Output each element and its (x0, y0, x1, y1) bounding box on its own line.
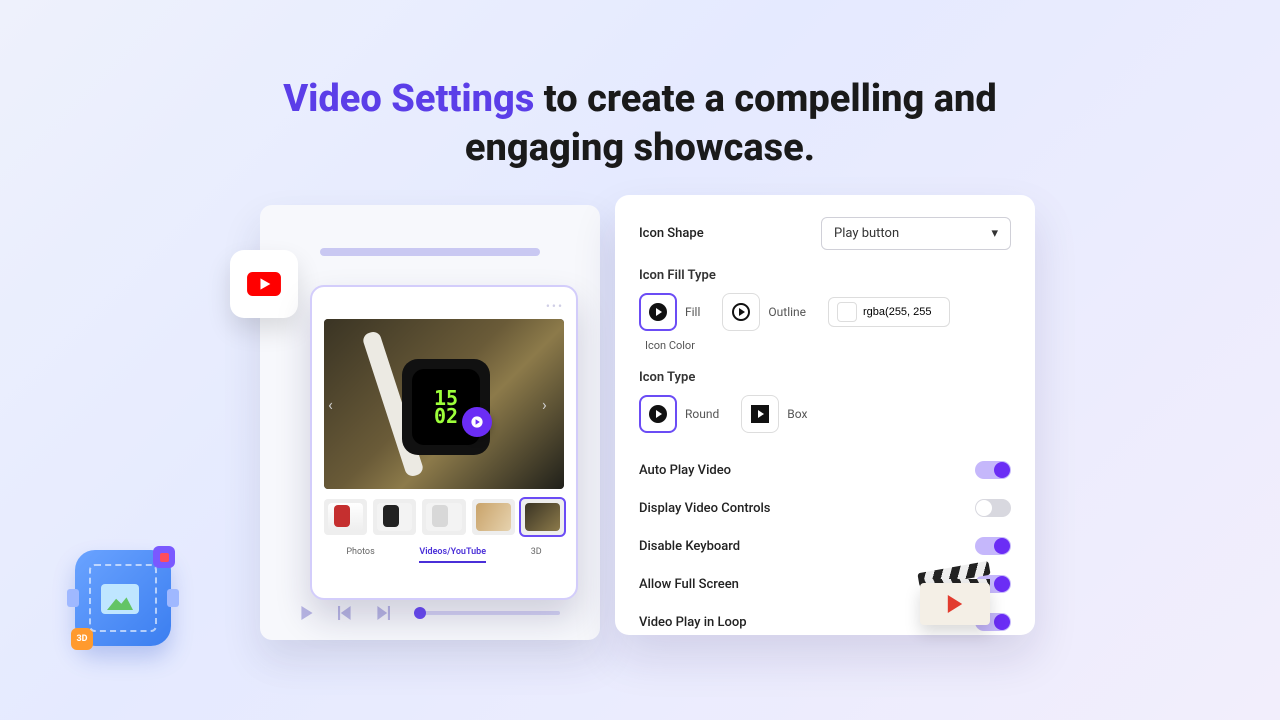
seek-bar[interactable] (414, 611, 560, 615)
thumbnail[interactable] (472, 499, 515, 535)
toggle-controls[interactable] (975, 499, 1011, 517)
icon-color-label: Icon Color (645, 339, 695, 352)
thumbnail[interactable] (422, 499, 465, 535)
play-outline-icon (731, 302, 751, 322)
box-option-label: Box (787, 407, 807, 421)
play-fill-icon (648, 302, 668, 322)
video-badge-icon (153, 546, 175, 568)
watch-time: 15 02 (434, 389, 458, 425)
thumbnail[interactable] (324, 499, 367, 535)
gallery-next-icon[interactable]: › (542, 395, 560, 413)
gallery-thumbnails (324, 499, 564, 535)
fill-option-label: Fill (685, 305, 700, 319)
3d-badge-icon: 3D (71, 628, 93, 650)
fill-option[interactable] (639, 293, 677, 331)
prev-track-icon[interactable] (338, 606, 352, 620)
round-option[interactable] (639, 395, 677, 433)
media-gallery-icon: 3D (75, 550, 171, 646)
next-track-icon[interactable] (376, 606, 390, 620)
icon-type-label: Icon Type (639, 370, 1011, 385)
outline-option-label: Outline (768, 305, 806, 319)
video-progress-bar[interactable] (320, 248, 540, 256)
gallery-prev-icon[interactable]: ‹ (328, 395, 346, 413)
toggle-label-loop: Video Play in Loop (639, 615, 747, 630)
toggle-label-fullscreen: Allow Full Screen (639, 577, 739, 592)
icon-color-field[interactable] (828, 297, 950, 327)
page-headline: Video Settings to create a compelling an… (0, 0, 1280, 174)
outline-option[interactable] (722, 293, 760, 331)
headline-accent: Video Settings (283, 77, 534, 121)
icon-shape-select[interactable]: Play button ▾ (821, 217, 1011, 250)
round-option-label: Round (685, 407, 719, 421)
play-overlay-icon[interactable] (462, 407, 492, 437)
play-icon[interactable] (300, 606, 314, 620)
box-option[interactable] (741, 395, 779, 433)
toggle-label-controls: Display Video Controls (639, 501, 770, 516)
thumbnail[interactable] (521, 499, 564, 535)
icon-shape-value: Play button (834, 226, 899, 241)
tab-videos[interactable]: Videos/YouTube (419, 547, 486, 563)
icon-shape-label: Icon Shape (639, 226, 704, 241)
play-round-icon (648, 404, 668, 424)
icon-fill-type-label: Icon Fill Type (639, 268, 1011, 283)
tab-photos[interactable]: Photos (346, 547, 374, 563)
headline-rest2: engaging showcase. (465, 126, 815, 170)
youtube-icon (230, 250, 298, 318)
headline-rest1: to create a compelling and (534, 77, 996, 121)
tab-3d[interactable]: 3D (531, 547, 542, 563)
toggle-label-autoplay: Auto Play Video (639, 463, 731, 478)
color-swatch[interactable] (837, 302, 857, 322)
chevron-down-icon: ▾ (991, 226, 998, 241)
icon-color-input[interactable] (863, 306, 941, 318)
toggle-label-keyboard: Disable Keyboard (639, 539, 740, 554)
thumbnail[interactable] (373, 499, 416, 535)
play-box-icon (750, 404, 770, 424)
gallery-main-media[interactable]: 15 02 ‹ › (324, 319, 564, 489)
toggle-autoplay[interactable] (975, 461, 1011, 479)
clapperboard-icon (920, 565, 990, 625)
window-dots-icon: ••• (324, 299, 564, 313)
toggle-keyboard[interactable] (975, 537, 1011, 555)
gallery-preview-card: ••• 15 02 ‹ › Photos Videos/YouTube 3D (310, 285, 578, 600)
